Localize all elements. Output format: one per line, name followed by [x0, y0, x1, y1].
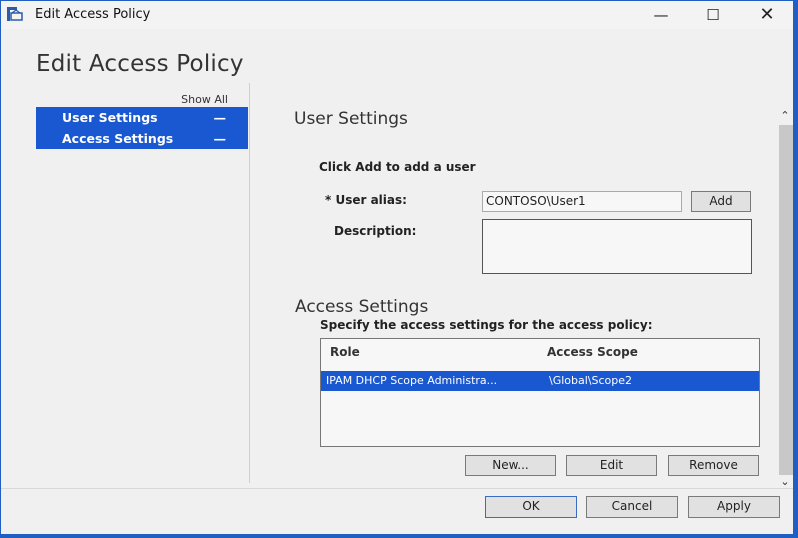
access-settings-title: Access Settings [295, 297, 429, 317]
access-settings-table[interactable]: Role Access Scope IPAM DHCP Scope Admini… [320, 338, 760, 447]
collapse-icon[interactable]: — [214, 128, 227, 149]
minimize-button[interactable]: — [641, 3, 681, 27]
ok-button[interactable]: OK [485, 496, 577, 518]
title-bar[interactable]: Edit Access Policy — ☐ ✕ [1, 1, 793, 29]
close-button[interactable]: ✕ [747, 3, 787, 27]
collapse-icon[interactable]: — [214, 107, 227, 128]
scroll-up-icon[interactable]: ⌃ [777, 109, 793, 123]
scroll-down-icon[interactable]: ⌄ [777, 475, 793, 489]
cell-role: IPAM DHCP Scope Administra... [326, 374, 498, 387]
table-header: Role Access Scope [321, 339, 759, 369]
footer-divider [1, 488, 793, 489]
user-settings-title: User Settings [294, 109, 408, 129]
scroll-thumb[interactable] [779, 125, 793, 475]
cell-access-scope: \Global\Scope2 [549, 374, 633, 387]
column-header-access-scope[interactable]: Access Scope [547, 345, 638, 359]
remove-button[interactable]: Remove [668, 455, 759, 476]
window-title: Edit Access Policy [35, 7, 151, 22]
user-alias-input[interactable]: CONTOSO\User1 [482, 191, 682, 212]
new-button[interactable]: New... [465, 455, 556, 476]
user-alias-label: * User alias: [325, 193, 407, 207]
table-row[interactable]: IPAM DHCP Scope Administra... \Global\Sc… [321, 371, 759, 391]
add-user-button[interactable]: Add [691, 191, 751, 212]
user-settings-hint: Click Add to add a user [319, 160, 476, 174]
description-label: Description: [334, 224, 417, 238]
show-all-link[interactable]: Show All [181, 93, 228, 106]
description-input[interactable] [482, 219, 752, 274]
edit-access-policy-window: Edit Access Policy — ☐ ✕ Edit Access Pol… [1, 1, 796, 534]
nav-item-user-settings[interactable]: User Settings — [36, 107, 248, 128]
app-icon [7, 7, 23, 21]
apply-button[interactable]: Apply [688, 496, 780, 518]
nav-item-label: Access Settings [62, 131, 174, 146]
access-settings-hint: Specify the access settings for the acce… [320, 318, 653, 332]
cancel-button[interactable]: Cancel [586, 496, 678, 518]
nav-item-label: User Settings [62, 110, 158, 125]
nav-item-access-settings[interactable]: Access Settings — [36, 128, 248, 149]
nav-items: User Settings — Access Settings — [36, 107, 248, 149]
dialog-heading: Edit Access Policy [36, 51, 244, 77]
vertical-scrollbar[interactable]: ⌃ ⌄ [777, 109, 793, 489]
edit-button[interactable]: Edit [566, 455, 657, 476]
column-header-role[interactable]: Role [330, 345, 360, 359]
maximize-button[interactable]: ☐ [693, 3, 733, 27]
nav-divider [249, 83, 250, 483]
